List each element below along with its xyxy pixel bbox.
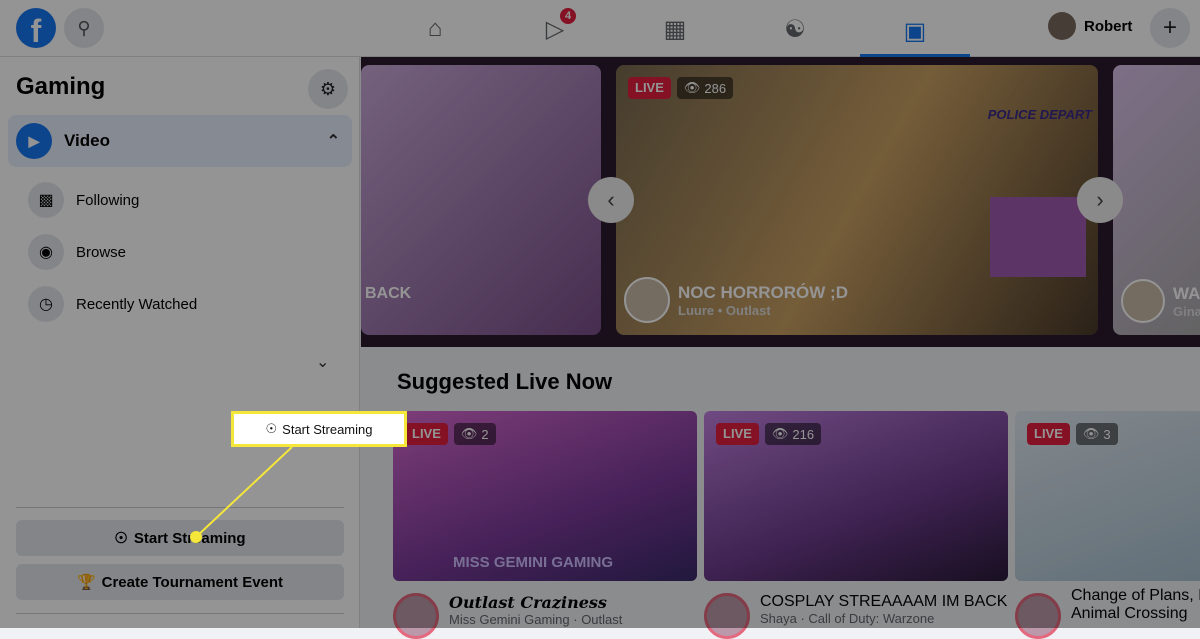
streaming-icon: ☉	[265, 421, 278, 436]
callout-label: Start Streaming	[282, 421, 373, 437]
callout-pointer	[190, 446, 293, 543]
callout-start-streaming: ☉ Start Streaming	[231, 411, 407, 447]
